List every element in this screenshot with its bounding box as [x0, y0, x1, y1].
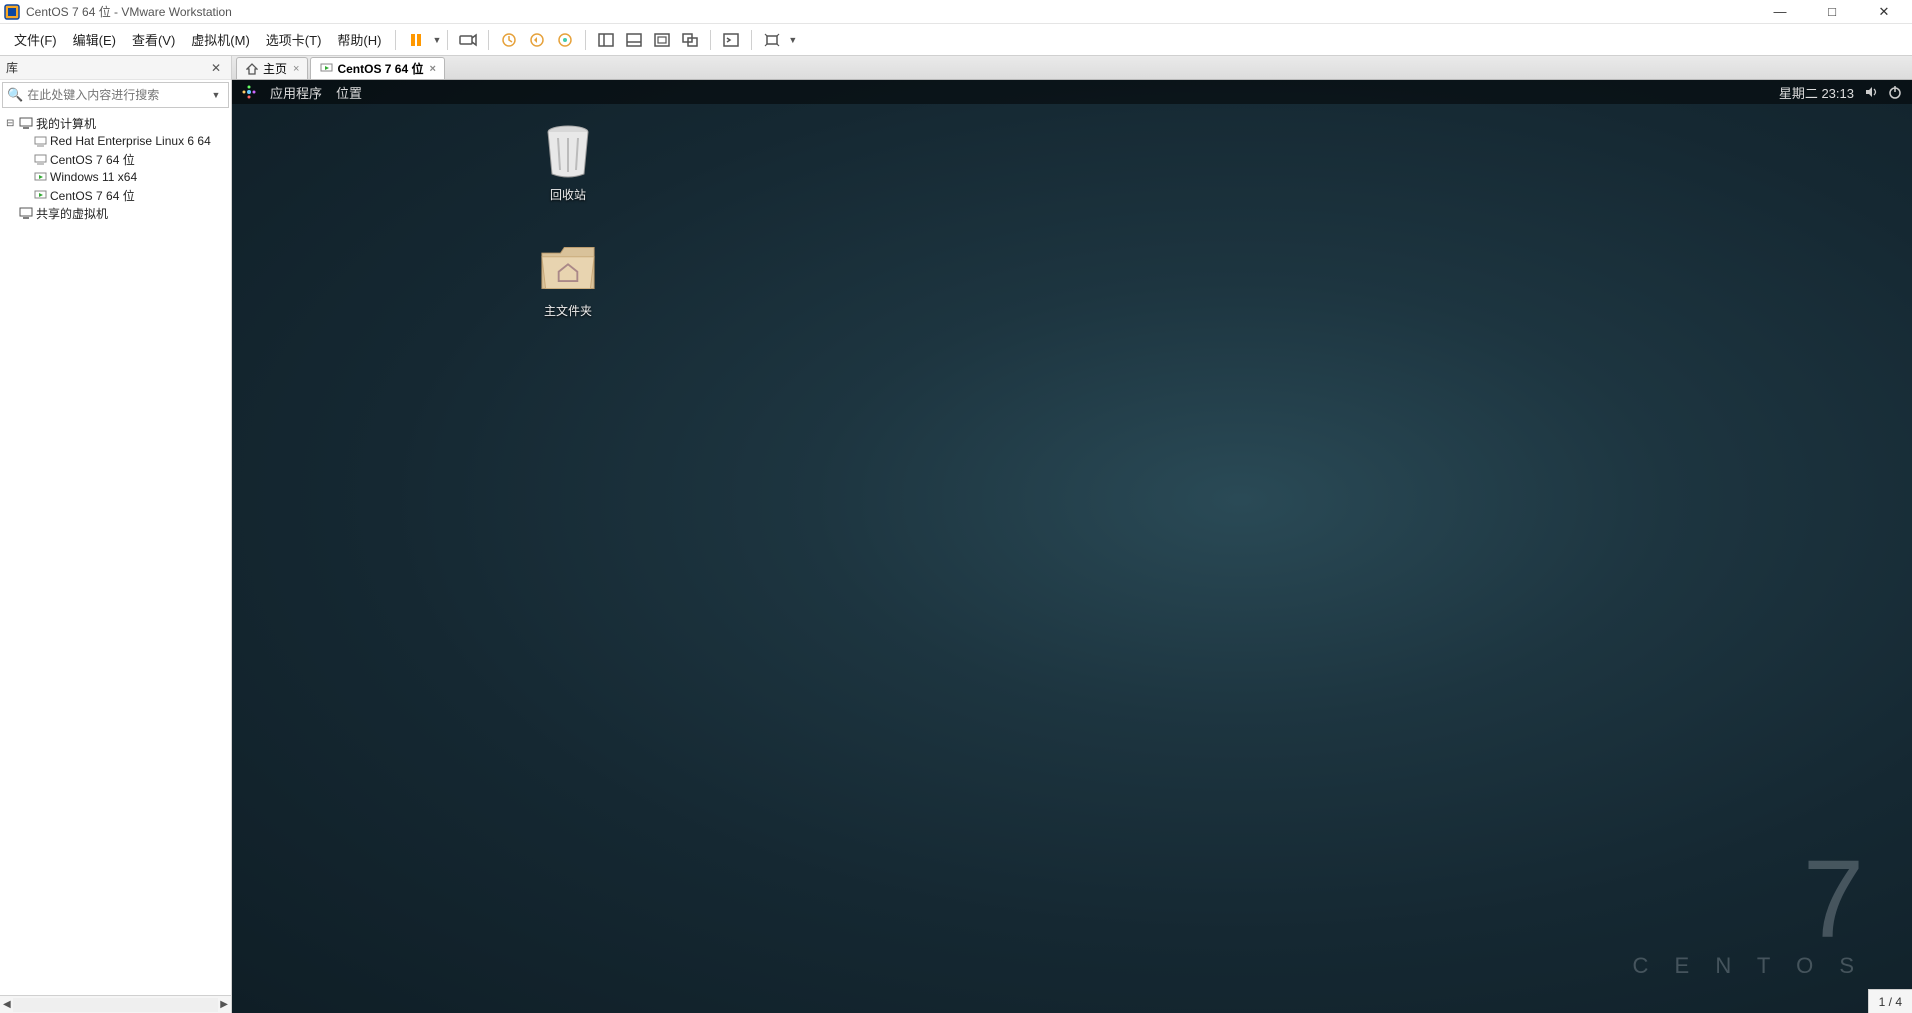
main-area: 主页 × CentOS 7 64 位 × 应用程序 位置 星期 — [232, 56, 1912, 1013]
scroll-track[interactable] — [13, 998, 219, 1012]
scroll-left-icon[interactable]: ◀ — [3, 999, 11, 1010]
sidebar-search[interactable]: 🔍 ▼ — [2, 82, 229, 108]
desktop-icon-trash[interactable]: 回收站 — [518, 124, 618, 203]
console-button[interactable] — [717, 26, 745, 54]
status-bar: 1 / 4 — [1868, 989, 1912, 1013]
unity-button[interactable] — [676, 26, 704, 54]
snapshot-take-button[interactable] — [495, 26, 523, 54]
sidebar-title: 库 — [6, 59, 207, 76]
collapse-icon[interactable]: ⊟ — [6, 118, 18, 129]
tree-node-vm[interactable]: Windows 11 x64 — [0, 168, 231, 186]
menu-help[interactable]: 帮助(H) — [329, 26, 389, 53]
menu-tabs[interactable]: 选项卡(T) — [258, 26, 330, 53]
gnome-places[interactable]: 位置 — [336, 83, 362, 102]
trash-icon — [540, 124, 596, 180]
vm-running-icon — [32, 170, 48, 184]
gnome-clock[interactable]: 星期二 23:13 — [1779, 83, 1854, 102]
page-indicator: 1 / 4 — [1879, 995, 1902, 1009]
snapshot-revert-button[interactable] — [523, 26, 551, 54]
toolbar-separator — [488, 30, 489, 50]
desktop-icon-home[interactable]: 主文件夹 — [518, 240, 618, 319]
menu-view[interactable]: 查看(V) — [124, 26, 183, 53]
power-icon[interactable] — [1888, 85, 1902, 99]
tree-label: CentOS 7 64 位 — [50, 151, 135, 168]
tree-label: 我的计算机 — [36, 115, 96, 132]
tab-close-icon[interactable]: × — [429, 63, 435, 75]
tree-node-my-computer[interactable]: ⊟ 我的计算机 — [0, 114, 231, 132]
guest-desktop[interactable]: 应用程序 位置 星期二 23:13 — [232, 80, 1912, 1013]
thumbnail-bar-button[interactable] — [620, 26, 648, 54]
sidebar-header: 库 ✕ — [0, 56, 231, 80]
gnome-applications[interactable]: 应用程序 — [270, 83, 322, 102]
tree-node-shared[interactable]: 共享的虚拟机 — [0, 204, 231, 222]
centos-branding: 7 C E N T O S — [1633, 850, 1864, 979]
activities-icon[interactable] — [242, 85, 256, 99]
home-icon — [245, 62, 259, 76]
computer-icon — [18, 206, 34, 220]
gnome-top-bar: 应用程序 位置 星期二 23:13 — [232, 80, 1912, 104]
menubar: 文件(F) 编辑(E) 查看(V) 虚拟机(M) 选项卡(T) 帮助(H) ▼ … — [0, 24, 1912, 56]
search-input[interactable] — [27, 88, 208, 102]
stretch-button[interactable] — [758, 26, 786, 54]
toolbar-separator — [710, 30, 711, 50]
desktop-icon-label: 主文件夹 — [518, 302, 618, 319]
vm-icon — [32, 134, 48, 148]
brand-version: 7 — [1633, 850, 1864, 949]
tab-centos[interactable]: CentOS 7 64 位 × — [310, 57, 444, 79]
search-icon: 🔍 — [7, 87, 23, 103]
volume-icon[interactable] — [1864, 85, 1878, 99]
maximize-button[interactable]: □ — [1818, 4, 1846, 20]
tab-home[interactable]: 主页 × — [236, 57, 308, 79]
tree-label: Red Hat Enterprise Linux 6 64 — [50, 134, 211, 148]
tree-label: CentOS 7 64 位 — [50, 187, 135, 204]
toolbar-separator — [585, 30, 586, 50]
close-button[interactable]: ✕ — [1870, 4, 1898, 20]
home-folder-icon — [540, 240, 596, 296]
tab-close-icon[interactable]: × — [293, 63, 299, 75]
window-controls: — □ ✕ — [1766, 4, 1898, 20]
fullscreen-button[interactable] — [648, 26, 676, 54]
tree-label: Windows 11 x64 — [50, 170, 137, 184]
toolbar-separator — [395, 30, 396, 50]
show-library-button[interactable] — [592, 26, 620, 54]
tab-bar: 主页 × CentOS 7 64 位 × — [232, 56, 1912, 80]
toolbar-separator — [751, 30, 752, 50]
search-dropdown-icon[interactable]: ▼ — [208, 90, 224, 100]
brand-name: C E N T O S — [1633, 953, 1864, 979]
menu-vm[interactable]: 虚拟机(M) — [183, 26, 258, 53]
vm-running-icon — [32, 188, 48, 202]
tree-node-vm[interactable]: Red Hat Enterprise Linux 6 64 — [0, 132, 231, 150]
vm-running-icon — [319, 62, 333, 76]
menu-edit[interactable]: 编辑(E) — [65, 26, 124, 53]
computer-icon — [18, 116, 34, 130]
toolbar-separator — [447, 30, 448, 50]
stretch-dropdown-icon[interactable]: ▼ — [788, 35, 797, 45]
tree-node-vm[interactable]: CentOS 7 64 位 — [0, 150, 231, 168]
desktop-icon-label: 回收站 — [518, 186, 618, 203]
vmware-app-icon — [4, 4, 20, 20]
send-ctrl-alt-del-button[interactable] — [454, 26, 482, 54]
sidebar-hscroll[interactable]: ◀ ▶ — [0, 995, 231, 1013]
power-dropdown-icon[interactable]: ▼ — [432, 35, 441, 45]
tree-label: 共享的虚拟机 — [36, 205, 108, 222]
tab-label: 主页 — [263, 60, 287, 77]
pause-button[interactable] — [402, 26, 430, 54]
vm-tree: ⊟ 我的计算机 Red Hat Enterprise Linux 6 64 Ce… — [0, 110, 231, 995]
menu-file[interactable]: 文件(F) — [6, 26, 65, 53]
minimize-button[interactable]: — — [1766, 4, 1794, 20]
scroll-right-icon[interactable]: ▶ — [220, 999, 228, 1010]
sidebar-close-button[interactable]: ✕ — [207, 61, 225, 75]
window-title: CentOS 7 64 位 - VMware Workstation — [26, 3, 1766, 20]
library-sidebar: 库 ✕ 🔍 ▼ ⊟ 我的计算机 Red Hat Enterprise Linux… — [0, 56, 232, 1013]
window-titlebar: CentOS 7 64 位 - VMware Workstation — □ ✕ — [0, 0, 1912, 24]
snapshot-manager-button[interactable] — [551, 26, 579, 54]
tab-label: CentOS 7 64 位 — [337, 60, 423, 77]
vm-icon — [32, 152, 48, 166]
tree-node-vm[interactable]: CentOS 7 64 位 — [0, 186, 231, 204]
